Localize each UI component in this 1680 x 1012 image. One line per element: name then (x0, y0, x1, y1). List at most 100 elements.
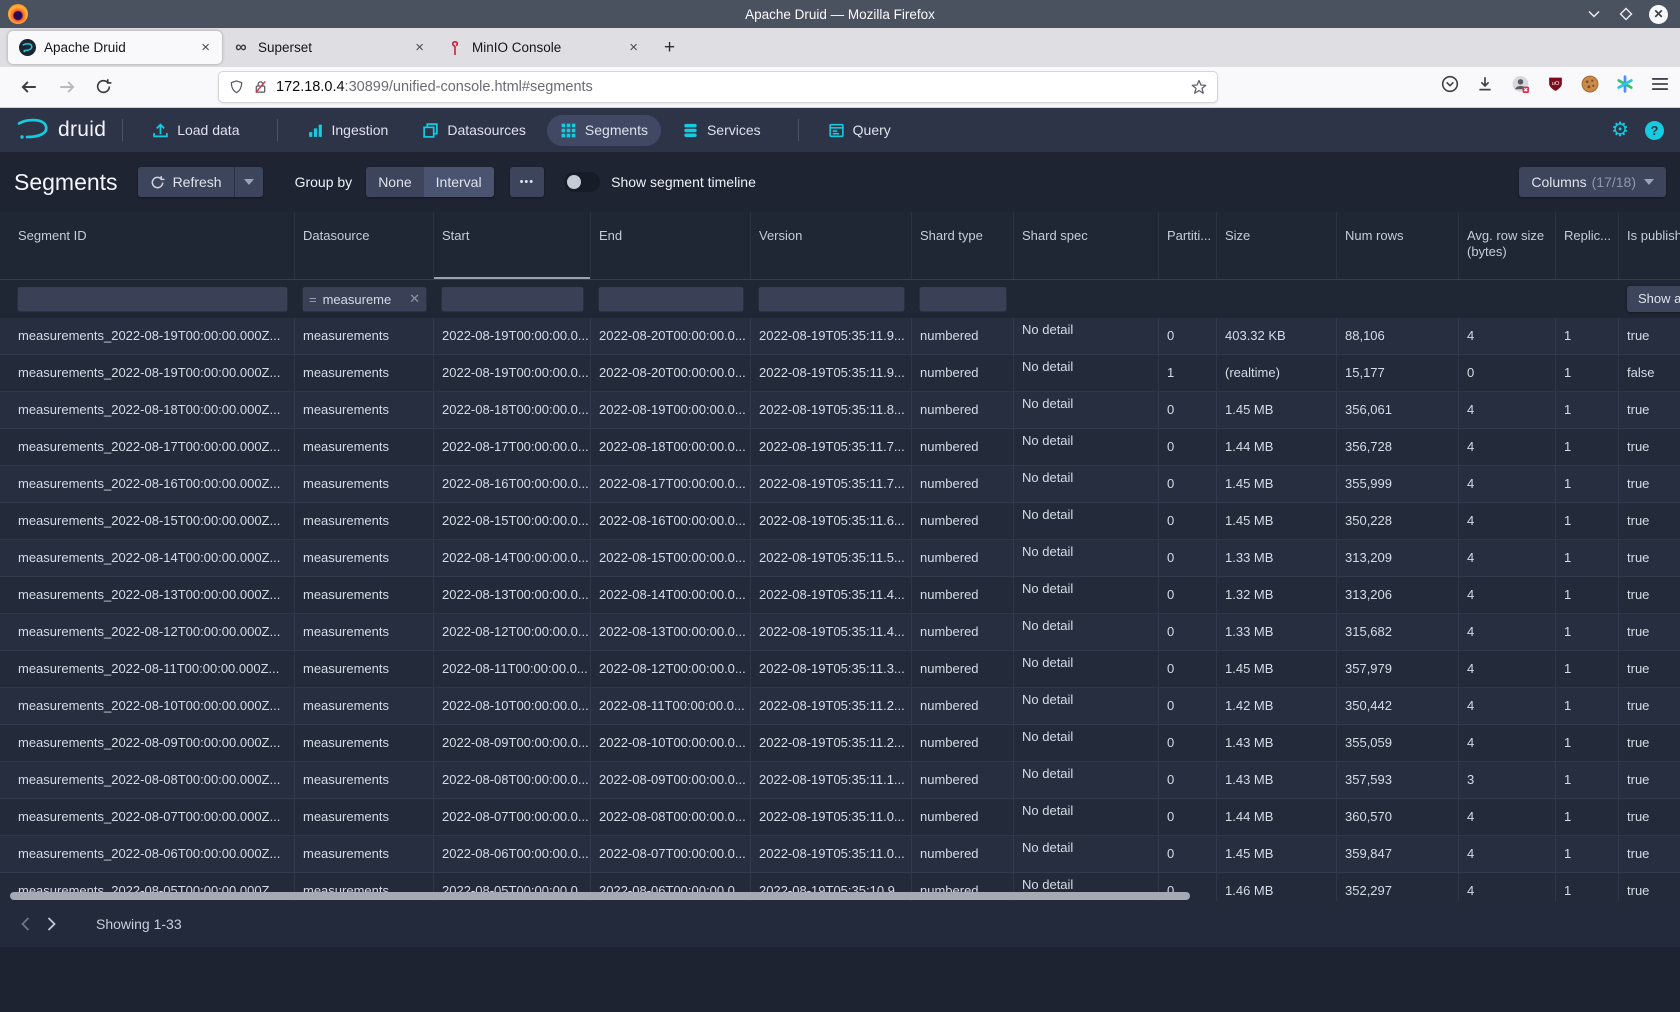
download-icon[interactable] (1475, 74, 1495, 94)
reload-icon[interactable] (95, 78, 112, 95)
help-icon[interactable]: ? (1645, 121, 1664, 140)
table-row[interactable]: measurements_2022-08-15T00:00:00.000Z...… (0, 503, 1680, 540)
column-header-num-rows[interactable]: Num rows (1337, 212, 1459, 279)
tracking-shield-icon[interactable] (229, 79, 244, 95)
new-tab-button[interactable]: + (664, 37, 675, 59)
tab-close-icon[interactable]: × (627, 39, 640, 56)
tab-close-icon[interactable]: × (413, 39, 426, 56)
table-row[interactable]: measurements_2022-08-14T00:00:00.000Z...… (0, 540, 1680, 577)
column-header-replic[interactable]: Replic... (1556, 212, 1619, 279)
tab-close-icon[interactable]: × (199, 39, 212, 56)
column-header-size[interactable]: Size (1217, 212, 1337, 279)
filter-input-shard-type[interactable] (919, 286, 1007, 312)
prev-page-button[interactable] (12, 911, 38, 937)
column-header-end[interactable]: End (591, 212, 751, 279)
asterisk-extension-icon[interactable] (1615, 74, 1635, 94)
more-options-button[interactable]: ••• (510, 167, 545, 197)
cell-start: 2022-08-09T00:00:00.0... (434, 725, 591, 761)
table-row[interactable]: measurements_2022-08-11T00:00:00.000Z...… (0, 651, 1680, 688)
window-titlebar: Apache Druid — Mozilla Firefox ✕ (0, 0, 1680, 28)
cell-end: 2022-08-18T00:00:00.0... (591, 429, 751, 465)
cell-replic: 1 (1556, 836, 1619, 872)
nav-item-datasources[interactable]: Datasources (409, 115, 539, 146)
column-header-avg-row-size-bytes[interactable]: Avg. row size (bytes) (1459, 212, 1556, 279)
url-bar[interactable]: 172.18.0.4:30899/unified-console.html#se… (218, 71, 1218, 103)
tab-apache-druid[interactable]: Apache Druid × (8, 31, 222, 64)
cell-datasource: measurements (295, 614, 434, 650)
table-header-row: Segment IDDatasourceStartEndVersionShard… (0, 212, 1680, 280)
table-row[interactable]: measurements_2022-08-17T00:00:00.000Z...… (0, 429, 1680, 466)
filter-input-end[interactable] (598, 286, 744, 312)
tab-minio-console[interactable]: MinIO Console × (436, 31, 650, 64)
filter-input-version[interactable] (758, 286, 905, 312)
cell-start: 2022-08-15T00:00:00.0... (434, 503, 591, 539)
cell-is-published: true (1619, 429, 1680, 465)
druid-logo[interactable]: druid (14, 117, 106, 143)
group-by-none-button[interactable]: None (366, 167, 423, 197)
table-row[interactable]: measurements_2022-08-19T00:00:00.000Z...… (0, 318, 1680, 355)
columns-button[interactable]: Columns (17/18) (1519, 167, 1666, 197)
menu-icon[interactable] (1650, 74, 1670, 94)
group-by-interval-button[interactable]: Interval (424, 167, 494, 197)
column-header-version[interactable]: Version (751, 212, 912, 279)
column-header-shard-spec[interactable]: Shard spec (1014, 212, 1159, 279)
gear-icon[interactable]: ⚙ (1611, 120, 1629, 140)
refresh-options-button[interactable] (234, 167, 263, 197)
nav-item-segments[interactable]: Segments (547, 115, 661, 146)
next-page-button[interactable] (38, 911, 64, 937)
cell-end: 2022-08-11T00:00:00.0... (591, 688, 751, 724)
extension-account-icon[interactable] (1510, 74, 1530, 94)
close-icon[interactable]: ✕ (1649, 5, 1668, 24)
show-all-filter-button[interactable]: Show all (1627, 286, 1680, 312)
cell-num-rows: 359,847 (1337, 836, 1459, 872)
cell-segment-id: measurements_2022-08-08T00:00:00.000Z... (10, 762, 295, 798)
ublock-icon[interactable]: uO (1545, 74, 1565, 94)
filter-input-start[interactable] (441, 286, 584, 312)
table-row[interactable]: measurements_2022-08-10T00:00:00.000Z...… (0, 688, 1680, 725)
column-header-is-published[interactable]: Is published (1619, 212, 1680, 279)
nav-item-load-data[interactable]: Load data (139, 115, 252, 146)
cell-partiti: 0 (1159, 392, 1217, 428)
cell-size: 1.46 MB (1217, 873, 1337, 901)
pocket-icon[interactable] (1440, 74, 1460, 94)
cell-datasource: measurements (295, 577, 434, 613)
segments-icon (560, 122, 577, 139)
cookie-icon[interactable] (1580, 74, 1600, 94)
bookmark-star-icon[interactable] (1191, 79, 1207, 95)
column-header-start[interactable]: Start (434, 212, 591, 279)
forward-icon[interactable] (58, 78, 76, 96)
filter-cell-datasource: =measureme✕ (295, 280, 434, 318)
table-row[interactable]: measurements_2022-08-16T00:00:00.000Z...… (0, 466, 1680, 503)
cell-shard-type: numbered (912, 466, 1014, 502)
remove-filter-icon[interactable]: ✕ (405, 291, 420, 307)
table-row[interactable]: measurements_2022-08-13T00:00:00.000Z...… (0, 577, 1680, 614)
filter-input-segment-id[interactable] (17, 286, 288, 312)
table-row[interactable]: measurements_2022-08-07T00:00:00.000Z...… (0, 799, 1680, 836)
tab-superset[interactable]: ∞ Superset × (222, 31, 436, 64)
nav-item-services[interactable]: Services (669, 115, 774, 146)
minimize-icon[interactable] (1585, 5, 1603, 23)
table-row[interactable]: measurements_2022-08-09T00:00:00.000Z...… (0, 725, 1680, 762)
cell-replic: 1 (1556, 503, 1619, 539)
cell-end: 2022-08-15T00:00:00.0... (591, 540, 751, 576)
horizontal-scrollbar[interactable] (10, 892, 1190, 900)
nav-item-query[interactable]: Query (815, 115, 904, 146)
filter-input-datasource[interactable]: =measureme✕ (302, 286, 427, 312)
table-row[interactable]: measurements_2022-08-12T00:00:00.000Z...… (0, 614, 1680, 651)
cell-shard-spec: No detail (1014, 318, 1159, 354)
lock-slash-icon[interactable] (253, 79, 268, 95)
refresh-button[interactable]: Refresh (138, 167, 234, 197)
table-row[interactable]: measurements_2022-08-08T00:00:00.000Z...… (0, 762, 1680, 799)
column-header-segment-id[interactable]: Segment ID (10, 212, 295, 279)
column-header-shard-type[interactable]: Shard type (912, 212, 1014, 279)
cell-shard-spec: No detail (1014, 577, 1159, 613)
column-header-partiti[interactable]: Partiti... (1159, 212, 1217, 279)
table-row[interactable]: measurements_2022-08-18T00:00:00.000Z...… (0, 392, 1680, 429)
table-row[interactable]: measurements_2022-08-19T00:00:00.000Z...… (0, 355, 1680, 392)
column-header-datasource[interactable]: Datasource (295, 212, 434, 279)
maximize-icon[interactable] (1617, 5, 1635, 23)
table-row[interactable]: measurements_2022-08-06T00:00:00.000Z...… (0, 836, 1680, 873)
back-icon[interactable] (20, 78, 38, 96)
nav-item-ingestion[interactable]: Ingestion (294, 115, 402, 146)
segment-timeline-toggle[interactable] (564, 172, 600, 192)
